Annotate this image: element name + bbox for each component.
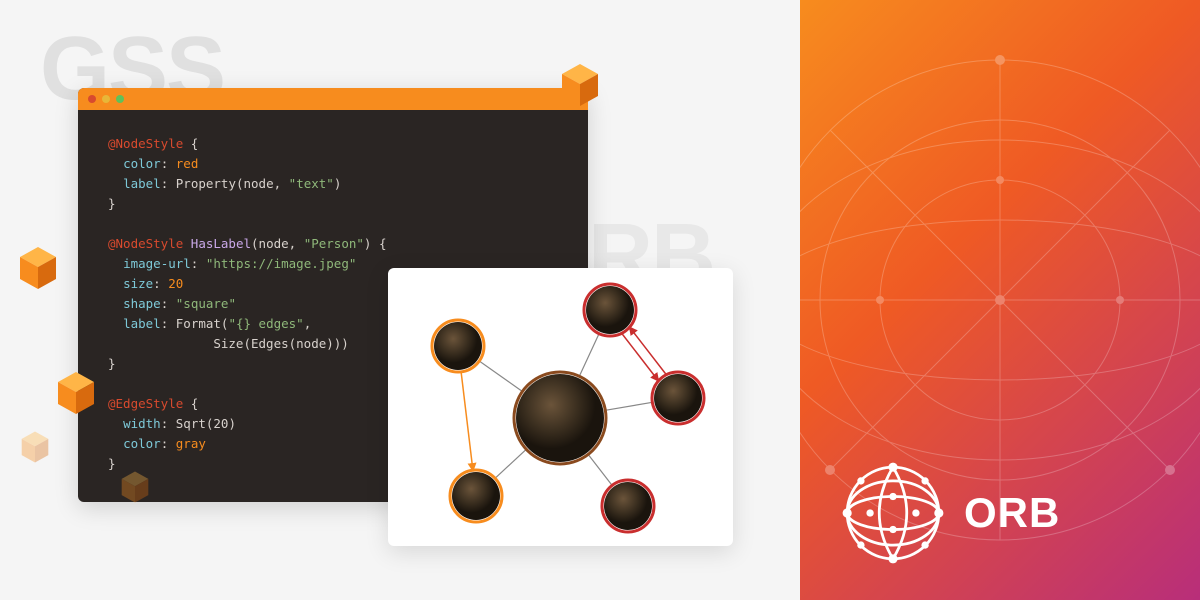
side-brand-panel: ORB <box>800 0 1200 600</box>
close-icon[interactable] <box>88 95 96 103</box>
cube-icon <box>56 370 96 416</box>
orb-logo: ORB <box>838 458 1060 568</box>
graph-nodes <box>432 284 704 532</box>
cube-icon <box>20 430 50 464</box>
graph-node[interactable] <box>450 470 502 522</box>
minimize-icon[interactable] <box>102 95 110 103</box>
cube-icon <box>120 470 150 504</box>
window-titlebar <box>78 88 588 110</box>
graph-node[interactable] <box>584 284 636 336</box>
graph-visualization-panel <box>388 268 733 546</box>
orb-logo-icon <box>838 458 948 568</box>
graph-node[interactable] <box>432 320 484 372</box>
cube-icon <box>18 245 58 291</box>
maximize-icon[interactable] <box>116 95 124 103</box>
graph-node[interactable] <box>514 372 606 464</box>
orb-logo-text: ORB <box>964 489 1060 537</box>
graph-node[interactable] <box>602 480 654 532</box>
cube-icon <box>560 62 600 108</box>
graph-node[interactable] <box>652 372 704 424</box>
